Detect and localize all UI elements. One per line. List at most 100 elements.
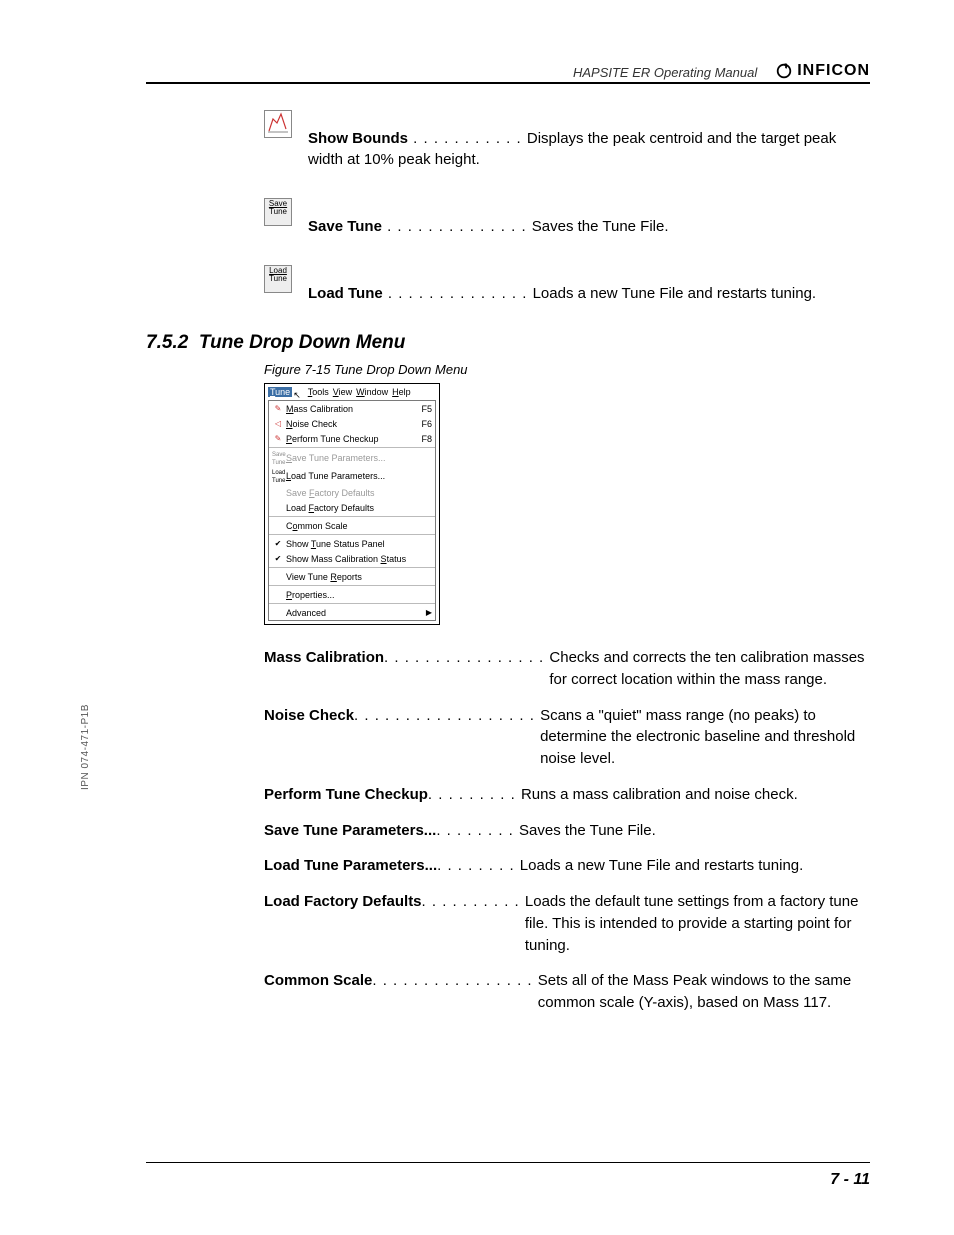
ipn-note: IPN 074-471-P1B xyxy=(80,704,91,790)
menu-bar-item: Help xyxy=(392,387,411,397)
check-icon: ✔ xyxy=(272,540,284,548)
leader-dots: . . . . . . . . . . . xyxy=(408,130,527,147)
menu-item-label: View Tune Reports xyxy=(284,572,432,582)
menu-separator xyxy=(269,585,435,586)
leader-dots: . . . . . . . . . . . . . . . . xyxy=(372,970,537,992)
submenu-arrow-icon: ▶ xyxy=(426,608,432,617)
section-title: Tune Drop Down Menu xyxy=(199,332,406,353)
menu-item-shortcut: F8 xyxy=(421,434,432,444)
toolbar-term: Load Tune xyxy=(308,285,383,302)
menu-item: Advanced▶ xyxy=(269,605,435,620)
menu-separator xyxy=(269,534,435,535)
mass-icon: ✎ xyxy=(272,405,284,413)
definition-term: Noise Check xyxy=(264,705,354,727)
menu-separator xyxy=(269,447,435,448)
menu-item: LoadTuneLoad Tune Parameters... xyxy=(269,467,435,485)
toolbar-entry-text: Load Tune . . . . . . . . . . . . . . Lo… xyxy=(308,265,870,304)
leader-dots: . . . . . . . . . xyxy=(428,784,521,806)
menu-bar-item: Tune xyxy=(268,387,292,397)
definition-desc: Runs a mass calibration and noise check. xyxy=(521,784,870,806)
leader-dots: . . . . . . . . . . xyxy=(422,891,525,913)
toolbar-entry: SaveTuneSave Tune . . . . . . . . . . . … xyxy=(264,198,870,237)
page-header: HAPSITE ER Operating Manual INFICON xyxy=(146,62,870,84)
menu-item: Common Scale xyxy=(269,518,435,533)
definition-row: Noise Check . . . . . . . . . . . . . . … xyxy=(264,705,870,770)
menu-item-shortcut: F6 xyxy=(421,419,432,429)
menu-separator xyxy=(269,603,435,604)
leader-dots: . . . . . . . . . . . . . . . . xyxy=(384,647,549,669)
inficon-icon xyxy=(775,62,793,80)
section-number: 7.5.2 xyxy=(146,332,188,353)
menu-item: View Tune Reports xyxy=(269,569,435,584)
page-footer: 7 - 11 xyxy=(146,1162,870,1189)
bounds-icon xyxy=(264,110,308,139)
toolbar-entry-text: Show Bounds . . . . . . . . . . . Displa… xyxy=(308,110,870,170)
tune-icon: ✎ xyxy=(272,435,284,443)
toolbar-descriptions: Show Bounds . . . . . . . . . . . Displa… xyxy=(264,110,870,304)
menu-item-label: Show Tune Status Panel xyxy=(284,539,432,549)
toolbar-entry: Show Bounds . . . . . . . . . . . Displa… xyxy=(264,110,870,170)
menu-item: ✔Show Mass Calibration Status xyxy=(269,551,435,566)
menu-definitions: Mass Calibration. . . . . . . . . . . . … xyxy=(264,647,870,1014)
tune-menu-figure: Tune↖ToolsViewWindowHelp ✎Mass Calibrati… xyxy=(264,383,440,625)
leader-dots: . . . . . . . . . . . . . . xyxy=(383,285,533,302)
brand-logo: INFICON xyxy=(775,62,870,80)
menu-item-shortcut: F5 xyxy=(421,404,432,414)
menu-separator xyxy=(269,567,435,568)
definition-desc: Scans a "quiet" mass range (no peaks) to… xyxy=(540,705,870,770)
toolbar-desc: Saves the Tune File. xyxy=(532,218,669,235)
definition-row: Load Tune Parameters... . . . . . . . . … xyxy=(264,855,870,877)
menu-item: ✎Perform Tune CheckupF8 xyxy=(269,431,435,446)
definition-row: Mass Calibration. . . . . . . . . . . . … xyxy=(264,647,870,691)
doc-title: HAPSITE ER Operating Manual xyxy=(146,65,763,80)
leader-dots: . . . . . . . . xyxy=(437,855,520,877)
menu-item-label: Show Mass Calibration Status xyxy=(284,554,432,564)
check-icon: ✔ xyxy=(272,555,284,563)
leader-dots: . . . . . . . . . . . . . . xyxy=(382,218,532,235)
definition-term: Load Tune Parameters... xyxy=(264,855,437,877)
tune-dropdown: ✎Mass CalibrationF5◁Noise CheckF6✎Perfor… xyxy=(268,400,436,621)
toolbar-term: Save Tune xyxy=(308,218,382,235)
definition-term: Save Tune Parameters... xyxy=(264,820,436,842)
load-icon: LoadTune xyxy=(264,265,308,293)
toolbar-entry-text: Save Tune . . . . . . . . . . . . . . Sa… xyxy=(308,198,870,237)
menu-bar-item: Window xyxy=(356,387,388,397)
definition-row: Perform Tune Checkup . . . . . . . . . R… xyxy=(264,784,870,806)
menu-item-label: Properties... xyxy=(284,590,432,600)
toolbar-entry: LoadTuneLoad Tune . . . . . . . . . . . … xyxy=(264,265,870,304)
menu-item-label: Mass Calibration xyxy=(284,404,421,414)
menu-item-label: Load Factory Defaults xyxy=(284,503,432,513)
menu-item: Properties... xyxy=(269,587,435,602)
definition-desc: Checks and corrects the ten calibration … xyxy=(549,647,870,691)
definition-term: Load Factory Defaults xyxy=(264,891,422,913)
load-icon: LoadTune xyxy=(272,468,284,484)
save-icon: SaveTune xyxy=(264,198,308,226)
brand-name: INFICON xyxy=(797,62,870,80)
menu-item: ✔Show Tune Status Panel xyxy=(269,536,435,551)
definition-row: Save Tune Parameters... . . . . . . . . … xyxy=(264,820,870,842)
menu-item: ✎Mass CalibrationF5 xyxy=(269,401,435,416)
menu-bar-item: View xyxy=(333,387,352,397)
leader-dots: . . . . . . . . . . . . . . . . . . xyxy=(354,705,540,727)
menu-bar-item: Tools xyxy=(308,387,329,397)
menu-item-label: Advanced xyxy=(284,608,426,618)
definition-desc: Loads a new Tune File and restarts tunin… xyxy=(520,855,870,877)
noise-icon: ◁ xyxy=(272,420,284,428)
menu-item: Save Factory Defaults xyxy=(269,485,435,500)
toolbar-term: Show Bounds xyxy=(308,130,408,147)
menu-item-label: Noise Check xyxy=(284,419,421,429)
menu-item-label: Common Scale xyxy=(284,521,432,531)
cursor-icon: ↖ xyxy=(293,390,301,400)
definition-desc: Sets all of the Mass Peak windows to the… xyxy=(538,970,870,1014)
menu-item-label: Load Tune Parameters... xyxy=(284,471,432,481)
definition-row: Load Factory Defaults . . . . . . . . . … xyxy=(264,891,870,956)
definition-desc: Saves the Tune File. xyxy=(519,820,870,842)
section-heading: 7.5.2 Tune Drop Down Menu xyxy=(146,332,870,354)
toolbar-desc: Loads a new Tune File and restarts tunin… xyxy=(533,285,817,302)
definition-term: Mass Calibration xyxy=(264,647,384,669)
menu-separator xyxy=(269,516,435,517)
menu-item: SaveTuneSave Tune Parameters... xyxy=(269,449,435,467)
definition-term: Perform Tune Checkup xyxy=(264,784,428,806)
definition-term: Common Scale xyxy=(264,970,372,992)
definition-row: Common Scale . . . . . . . . . . . . . .… xyxy=(264,970,870,1014)
